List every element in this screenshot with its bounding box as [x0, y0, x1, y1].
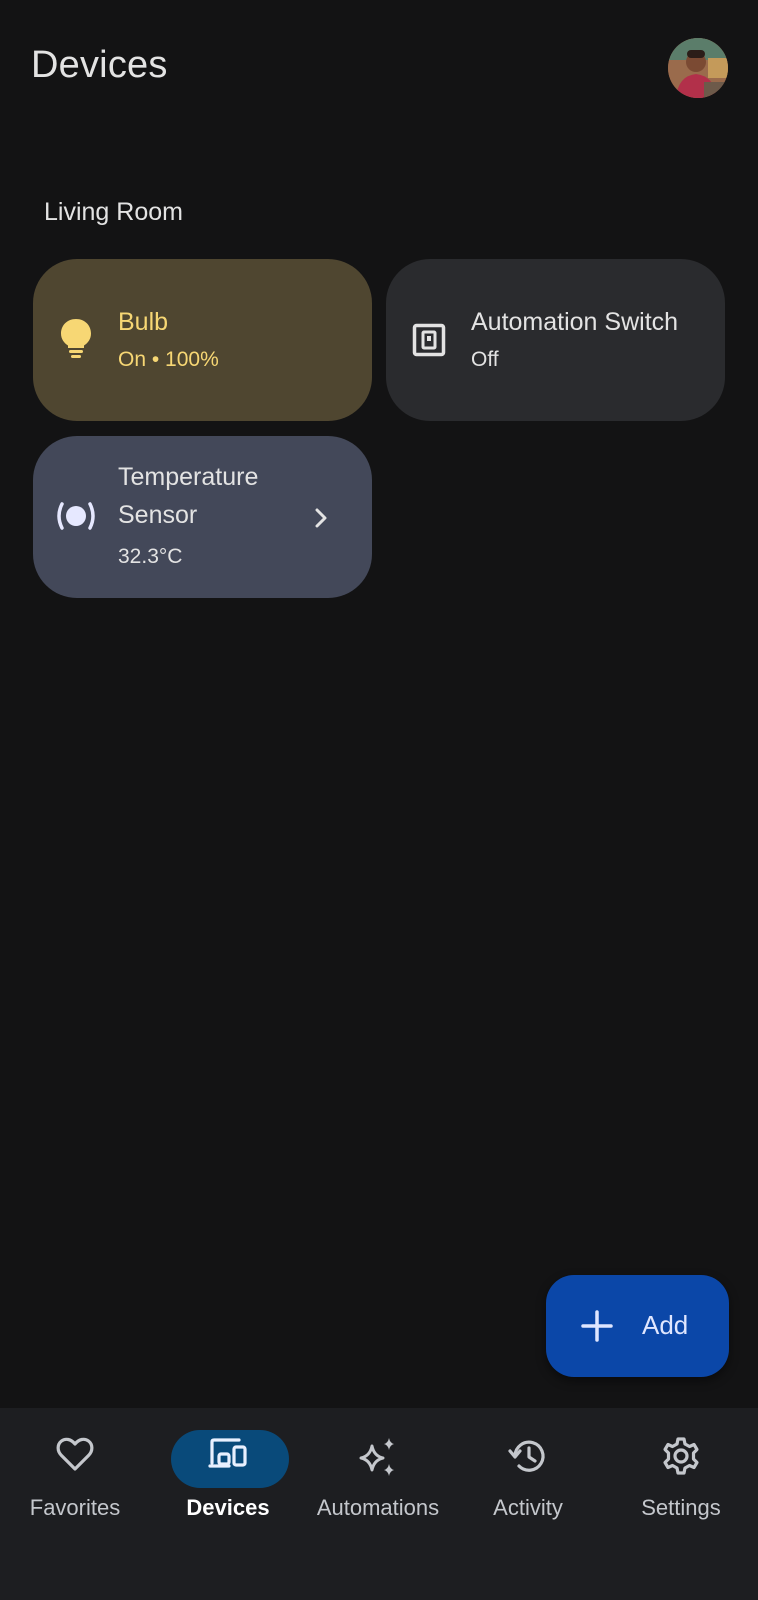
nav-item-activity[interactable]: Activity	[453, 1408, 603, 1600]
room-title: Living Room	[44, 198, 183, 226]
add-button-label: Add	[642, 1310, 689, 1340]
nav-item-settings[interactable]: Settings	[606, 1408, 756, 1600]
nav-label: Automations	[316, 1495, 440, 1520]
page-title: Devices	[31, 44, 168, 86]
add-device-button[interactable]: Add	[546, 1275, 729, 1377]
gear-icon	[661, 1436, 701, 1481]
app-header: Devices	[0, 0, 758, 140]
nav-label: Favorites	[29, 1495, 121, 1520]
device-name: Temperature Sensor	[118, 463, 259, 529]
sparkle-icon	[357, 1436, 399, 1483]
nav-item-automations[interactable]: Automations	[303, 1408, 453, 1600]
chevron-right-icon	[311, 506, 331, 535]
history-icon	[508, 1436, 548, 1481]
device-status: Off	[471, 348, 499, 371]
switch-icon	[412, 323, 446, 362]
device-name: Automation Switch	[471, 308, 679, 336]
plus-icon	[580, 1309, 614, 1348]
user-avatar[interactable]	[668, 38, 728, 98]
nav-label: Activity	[493, 1495, 563, 1520]
heart-icon	[55, 1436, 95, 1477]
device-tile-temperature-sensor[interactable]: Temperature Sensor 32.3°C	[33, 436, 372, 598]
lightbulb-icon	[59, 317, 93, 364]
nav-item-devices[interactable]: Devices	[153, 1408, 303, 1600]
nav-item-favorites[interactable]: Favorites	[0, 1408, 150, 1600]
nav-label: Devices	[186, 1495, 270, 1520]
sensor-icon	[55, 499, 97, 538]
device-tile-automation-switch[interactable]: Automation Switch Off	[386, 259, 725, 421]
bottom-navigation: Favorites Devices Automations Activity S…	[0, 1408, 758, 1600]
devices-icon	[207, 1436, 249, 1475]
device-name: Bulb	[118, 308, 169, 336]
device-status: On • 100%	[118, 348, 219, 371]
device-tile-bulb[interactable]: Bulb On • 100%	[33, 259, 372, 421]
nav-label: Settings	[641, 1495, 721, 1520]
device-status: 32.3°C	[118, 545, 183, 568]
